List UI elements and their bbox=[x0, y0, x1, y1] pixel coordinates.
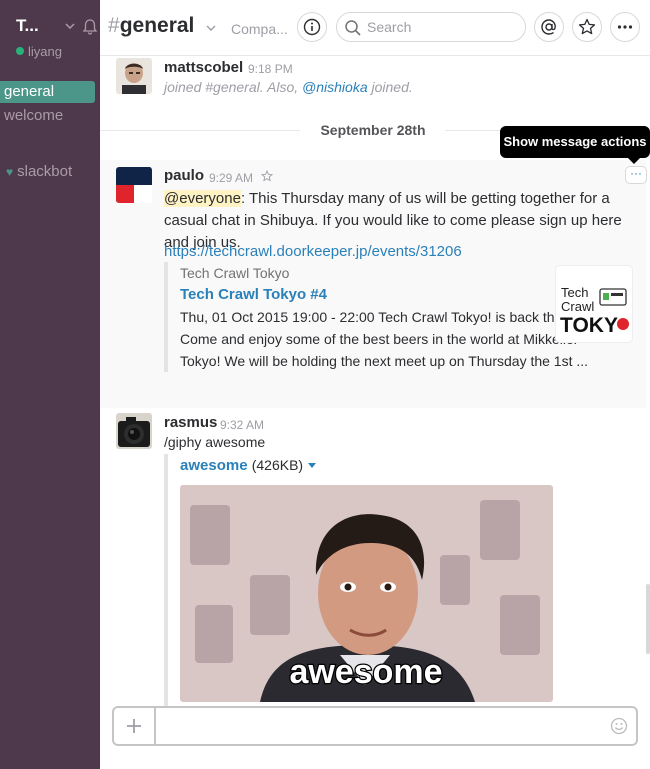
everyone-mention[interactable]: @everyone bbox=[164, 190, 241, 207]
channel-label: welcome bbox=[4, 107, 64, 124]
message-timestamp[interactable]: 9:18 PM bbox=[248, 62, 293, 76]
mentions-button[interactable] bbox=[534, 12, 564, 42]
sidebar: T... liyang general welcome ♥ slackbot bbox=[0, 0, 100, 769]
avatar[interactable] bbox=[116, 413, 152, 449]
hash-symbol: # bbox=[108, 14, 120, 37]
channel-topic[interactable]: Compa... bbox=[231, 21, 288, 37]
more-button[interactable] bbox=[610, 12, 640, 42]
user-name: liyang bbox=[28, 44, 62, 59]
starred-button[interactable] bbox=[572, 12, 602, 42]
message-timestamp[interactable]: 9:32 AM bbox=[220, 418, 264, 432]
message-text: joined #general. Also, @nishioka joined. bbox=[164, 76, 642, 98]
star-icon[interactable] bbox=[261, 170, 273, 182]
current-user[interactable]: liyang bbox=[16, 44, 62, 59]
message-item[interactable]: mattscobel 9:18 PM joined #general. Also… bbox=[100, 56, 646, 108]
message-author[interactable]: paulo bbox=[164, 167, 204, 184]
message-actions-button[interactable]: ··· bbox=[625, 166, 647, 184]
file-header: awesome (426KB) bbox=[180, 454, 564, 477]
attachment-text: Thu, 01 Oct 2015 19:00 - 22:00 Tech Craw… bbox=[180, 309, 612, 369]
avatar-image bbox=[116, 413, 152, 449]
more-icon bbox=[617, 25, 633, 29]
user-mention-link[interactable]: @nishioka bbox=[302, 79, 368, 95]
message-text-part: joined #general. Also, bbox=[164, 79, 303, 95]
channel-info-button[interactable] bbox=[297, 12, 327, 42]
sidebar-item-slackbot[interactable]: ♥ slackbot bbox=[6, 162, 72, 182]
message-actions-tooltip: Show message actions bbox=[500, 126, 650, 164]
team-menu[interactable]: T... bbox=[16, 16, 100, 38]
message-author[interactable]: mattscobel bbox=[164, 59, 243, 76]
avatar[interactable] bbox=[116, 58, 152, 94]
message-input-box[interactable] bbox=[112, 706, 638, 746]
logo-text-line: Crawl bbox=[561, 299, 594, 314]
sidebar-item-welcome[interactable]: welcome bbox=[0, 105, 95, 127]
tech-crawl-logo: Tech Crawl TOKY bbox=[560, 285, 629, 337]
search-icon bbox=[345, 20, 361, 36]
file-upload-button[interactable] bbox=[114, 708, 156, 744]
message-composer bbox=[100, 706, 650, 769]
search-box[interactable] bbox=[336, 12, 526, 42]
search-input[interactable] bbox=[367, 18, 517, 36]
avatar-image bbox=[116, 58, 152, 94]
channel-label: general bbox=[4, 83, 55, 100]
info-icon bbox=[303, 18, 321, 36]
message-text: /giphy awesome bbox=[164, 434, 266, 450]
sidebar-item-general[interactable]: general bbox=[0, 81, 95, 103]
giphy-image[interactable]: awesome bbox=[180, 485, 553, 702]
file-name-link[interactable]: awesome bbox=[180, 457, 248, 474]
message-link[interactable]: https://techcrawl.doorkeeper.jp/events/3… bbox=[164, 241, 642, 263]
star-icon bbox=[578, 18, 596, 35]
plus-icon bbox=[127, 719, 141, 733]
gif-frame-image: awesome bbox=[180, 485, 553, 702]
bell-icon[interactable] bbox=[81, 18, 99, 36]
avatar[interactable] bbox=[116, 167, 152, 203]
channel-header: #general Compa... bbox=[100, 0, 650, 56]
scrollbar[interactable] bbox=[646, 584, 650, 654]
gif-caption: awesome bbox=[289, 653, 442, 691]
logo-text-line: Tech bbox=[561, 285, 588, 300]
message-timestamp[interactable]: 9:29 AM bbox=[209, 171, 253, 185]
logo-text-line: TOKY bbox=[560, 314, 618, 337]
message-text-part: joined. bbox=[367, 79, 413, 95]
at-icon bbox=[541, 19, 556, 35]
heart-icon: ♥ bbox=[6, 165, 14, 179]
presence-indicator bbox=[16, 47, 24, 55]
dm-label: slackbot bbox=[17, 163, 73, 180]
attachment-thumbnail[interactable]: Tech Crawl TOKY bbox=[556, 266, 632, 342]
chevron-down-icon[interactable] bbox=[64, 20, 76, 32]
chevron-down-icon[interactable] bbox=[206, 23, 216, 33]
channel-name: general bbox=[119, 14, 195, 37]
chevron-down-icon[interactable] bbox=[307, 462, 317, 470]
avatar-image bbox=[116, 167, 152, 203]
team-name[interactable]: T... bbox=[16, 16, 39, 36]
message-input[interactable] bbox=[164, 716, 604, 736]
message-author[interactable]: rasmus bbox=[164, 414, 217, 431]
channel-title[interactable]: #general bbox=[108, 14, 194, 38]
emoji-icon[interactable] bbox=[610, 717, 628, 735]
file-size: (426KB) bbox=[251, 457, 304, 473]
